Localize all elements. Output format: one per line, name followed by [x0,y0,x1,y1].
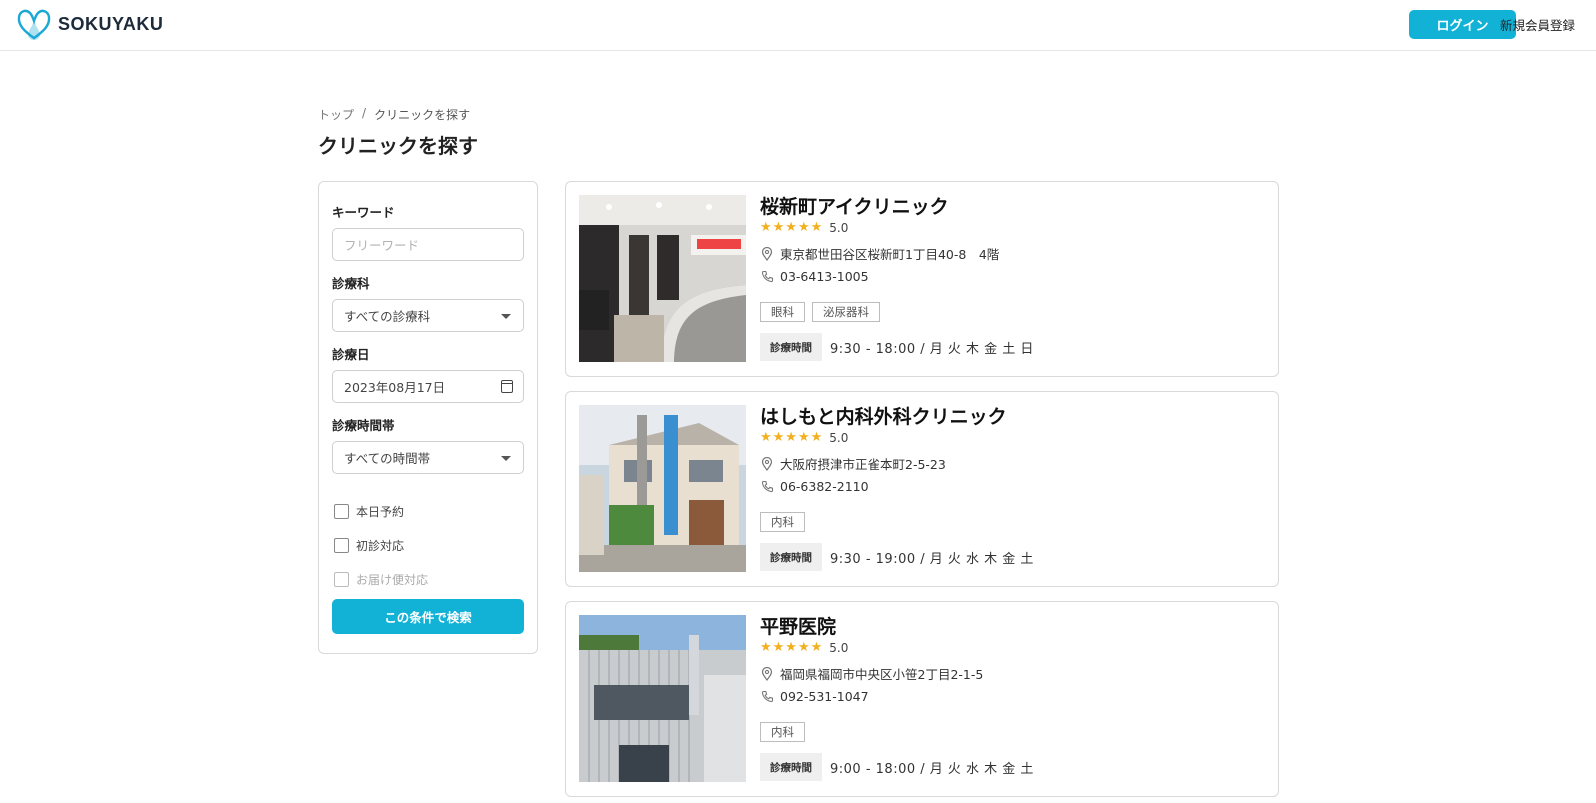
site-header: SOKUYAKU ログイン 新規会員登録 [0,0,1596,51]
breadcrumb: トップ / クリニックを探す [318,106,470,123]
time-select[interactable]: すべての時間帯 [332,441,524,474]
department-tags: 内科 [760,512,805,532]
clinic-photo [579,195,746,362]
phone-text: 092-531-1047 [780,689,869,704]
date-label: 診療日 [332,347,370,362]
brand-logo[interactable]: SOKUYAKU [16,7,163,41]
clinic-address: 東京都世田谷区桜新町1丁目40-8 4階 [760,244,999,263]
clinic-photo [579,615,746,782]
time-select-value: すべての時間帯 [344,451,431,466]
checkbox-box[interactable] [334,538,349,553]
clinic-rating: ★★★★★ 5.0 [760,640,848,655]
clinic-phone: 06-6382-2110 [760,479,869,494]
address-text: 福岡県福岡市中央区小笹2丁目2-1-5 [780,667,984,682]
phone-icon [760,480,774,494]
checkbox-label: 初診対応 [356,539,405,553]
chevron-down-icon [501,456,511,461]
checkbox-same-day[interactable]: 本日予約 [334,503,404,520]
department-label: 診療科 [332,276,370,291]
search-button[interactable]: この条件で検索 [332,599,524,634]
phone-icon [760,270,774,284]
hours-text: 9:30 - 19:00 / 月 火 水 木 金 土 [830,551,1034,567]
chevron-down-icon [501,314,511,319]
phone-text: 03-6413-1005 [780,269,869,284]
phone-text: 06-6382-2110 [780,479,869,494]
brand-name: SOKUYAKU [58,13,164,34]
phone-icon [760,690,774,704]
star-rating-icon: ★★★★★ [760,220,824,235]
clinic-card[interactable]: 平野医院 ★★★★★ 5.0 福岡県福岡市中央区小笹2丁目2-1-5 092-5… [565,601,1279,797]
department-tag: 泌尿器科 [812,302,880,322]
register-link[interactable]: 新規会員登録 [1500,15,1575,34]
clinic-photo-image [579,195,746,362]
checkbox-first-visit[interactable]: 初診対応 [334,537,404,554]
hours-text: 9:30 - 18:00 / 月 火 木 金 土 日 [830,341,1034,357]
clinic-address: 大阪府摂津市正雀本町2-5-23 [760,454,946,473]
clinic-name[interactable]: 平野医院 [760,612,836,639]
keyword-input[interactable]: フリーワード [332,228,524,261]
rating-score: 5.0 [829,640,849,655]
clinic-rating: ★★★★★ 5.0 [760,220,848,235]
clinic-name[interactable]: 桜新町アイクリニック [760,192,949,219]
page-title: クリニックを探す [318,134,478,158]
breadcrumb-home[interactable]: トップ [318,106,354,123]
map-pin-icon [760,666,774,681]
star-rating-icon: ★★★★★ [760,430,824,445]
search-filter-panel: キーワード フリーワード 診療科 すべての診療科 診療日 2023年08月17日… [318,181,538,654]
breadcrumb-current: クリニックを探す [374,108,471,122]
checkbox-delivery: お届け便対応 [334,571,428,588]
clinic-phone: 092-531-1047 [760,689,869,704]
keyword-label: キーワード [332,205,395,220]
department-tag: 眼科 [760,302,805,322]
checkbox-label: 本日予約 [356,505,405,519]
calendar-icon[interactable] [501,380,513,393]
map-pin-icon [760,456,774,471]
department-tags: 眼科 泌尿器科 [760,302,880,322]
address-text: 大阪府摂津市正雀本町2-5-23 [780,457,946,472]
department-tags: 内科 [760,722,805,742]
clinic-card[interactable]: 桜新町アイクリニック ★★★★★ 5.0 東京都世田谷区桜新町1丁目40-8 4… [565,181,1279,377]
clinic-card[interactable]: はしもと内科外科クリニック ★★★★★ 5.0 大阪府摂津市正雀本町2-5-23… [565,391,1279,587]
breadcrumb-separator: / [362,106,367,120]
clinic-rating: ★★★★★ 5.0 [760,430,848,445]
star-rating-icon: ★★★★★ [760,640,824,655]
map-pin-icon [760,246,774,261]
checkbox-box [334,572,349,587]
clinic-address: 福岡県福岡市中央区小笹2丁目2-1-5 [760,664,983,683]
checkbox-label: お届け便対応 [356,573,429,587]
clinic-hours: 診療時間 9:30 - 19:00 / 月 火 水 木 金 土 [760,543,1034,571]
clinic-photo-image [579,405,746,572]
department-select[interactable]: すべての診療科 [332,299,524,332]
date-input-value: 2023年08月17日 [344,380,446,395]
address-text: 東京都世田谷区桜新町1丁目40-8 4階 [780,247,1000,262]
hours-label: 診療時間 [760,543,822,571]
date-input[interactable]: 2023年08月17日 [332,370,524,403]
time-label: 診療時間帯 [332,418,395,433]
department-select-value: すべての診療科 [344,309,431,324]
hours-label: 診療時間 [760,753,822,781]
clinic-photo-image [579,615,746,782]
department-tag: 内科 [760,512,805,532]
clinic-hours: 診療時間 9:30 - 18:00 / 月 火 木 金 土 日 [760,333,1034,361]
checkbox-box[interactable] [334,504,349,519]
rating-score: 5.0 [829,220,849,235]
clinic-name[interactable]: はしもと内科外科クリニック [760,402,1007,429]
hours-label: 診療時間 [760,333,822,361]
clinic-hours: 診療時間 9:00 - 18:00 / 月 火 水 木 金 土 [760,753,1034,781]
clinic-phone: 03-6413-1005 [760,269,869,284]
logo-icon [17,9,51,40]
hours-text: 9:00 - 18:00 / 月 火 水 木 金 土 [830,761,1034,777]
clinic-photo [579,405,746,572]
rating-score: 5.0 [829,430,849,445]
department-tag: 内科 [760,722,805,742]
